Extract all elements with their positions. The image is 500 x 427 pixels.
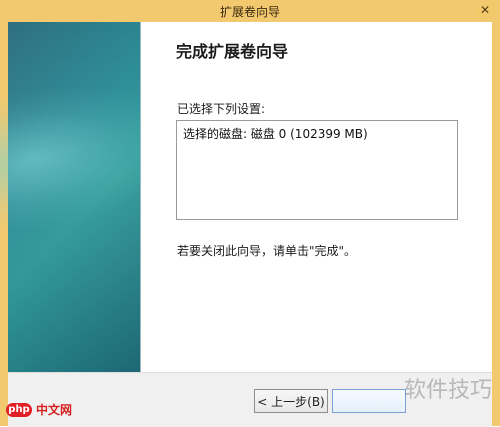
close-hint-text: 若要关闭此向导，请单击"完成"。 <box>177 244 357 258</box>
php-cn-watermark: php 中文网 <box>6 401 72 418</box>
close-icon[interactable]: ✕ <box>476 2 494 18</box>
window-frame-right <box>492 22 500 426</box>
software-tips-watermark: 软件技巧 <box>403 378 492 403</box>
wizard-side-banner <box>8 22 141 372</box>
window-titlebar[interactable]: 扩展卷向导 ✕ <box>0 0 500 23</box>
selected-settings-label: 已选择下列设置: <box>177 102 266 116</box>
back-button[interactable]: < 上一步(B) <box>254 389 328 413</box>
page-title: 完成扩展卷向导 <box>176 42 289 61</box>
settings-summary-box[interactable]: 选择的磁盘: 磁盘 0 (102399 MB) <box>176 120 458 220</box>
wizard-content: 完成扩展卷向导 已选择下列设置: 选择的磁盘: 磁盘 0 (102399 MB)… <box>141 22 492 372</box>
back-button-label: < 上一步(B) <box>257 394 325 409</box>
php-logo-icon: php <box>6 402 32 417</box>
finish-button[interactable] <box>332 389 406 413</box>
window-title: 扩展卷向导 <box>219 4 280 19</box>
settings-summary-text: 选择的磁盘: 磁盘 0 (102399 MB) <box>183 127 368 141</box>
php-logo-text: 中文网 <box>36 403 73 417</box>
